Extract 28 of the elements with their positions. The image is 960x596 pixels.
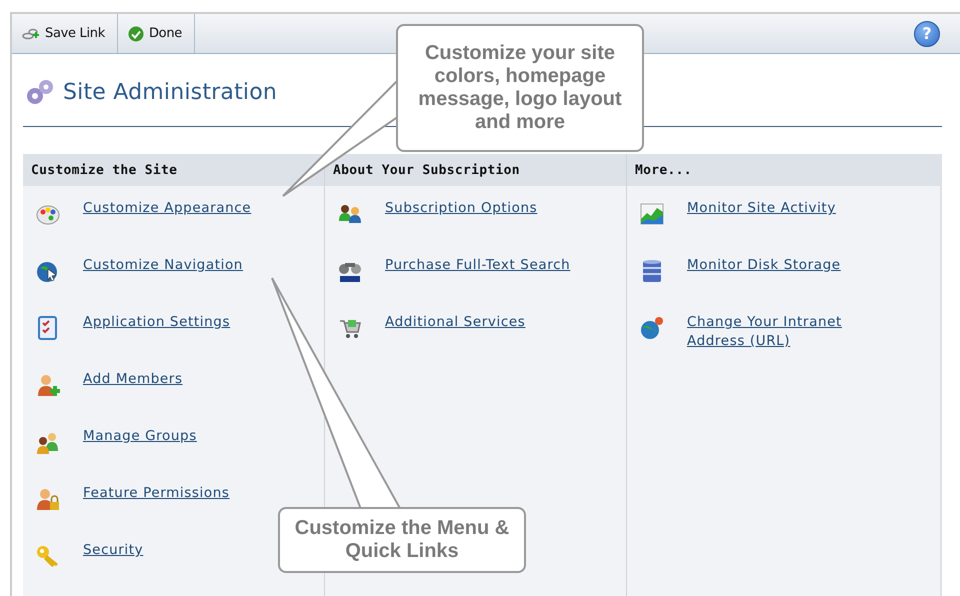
admin-link[interactable]: Feature Permissions <box>83 484 230 503</box>
key-icon <box>35 543 61 569</box>
link-add-icon <box>22 26 40 40</box>
gears-icon <box>25 78 55 106</box>
globe-icon <box>639 315 665 341</box>
page-title: Site Administration <box>63 80 278 104</box>
column-heading: More... <box>627 154 940 186</box>
user-lock-icon <box>35 486 61 512</box>
admin-link[interactable]: Application Settings <box>83 313 230 332</box>
callout: Customize the Menu & Quick Links <box>278 507 526 573</box>
toolbar-button[interactable]: Done <box>118 14 195 53</box>
admin-link[interactable]: Change Your Intranet Address (URL) <box>687 313 887 351</box>
admin-link[interactable]: Purchase Full-Text Search <box>385 256 570 275</box>
column-heading: About Your Subscription <box>325 154 626 186</box>
admin-link[interactable]: Customize Navigation <box>83 256 243 275</box>
column-heading: Customize the Site <box>23 154 324 186</box>
user-add-icon <box>35 372 61 398</box>
admin-link[interactable]: Monitor Site Activity <box>687 199 836 218</box>
admin-link[interactable]: Add Members <box>83 370 183 389</box>
chart-icon <box>639 201 665 227</box>
admin-link[interactable]: Subscription Options <box>385 199 538 218</box>
toolbar-button[interactable]: Save Link <box>12 14 118 53</box>
admin-link[interactable]: Additional Services <box>385 313 526 332</box>
admin-link[interactable]: Security <box>83 541 144 560</box>
admin-link[interactable]: Monitor Disk Storage <box>687 256 841 275</box>
admin-link[interactable]: Manage Groups <box>83 427 197 446</box>
admin-link[interactable]: Customize Appearance <box>83 199 252 218</box>
check-icon <box>128 26 144 42</box>
